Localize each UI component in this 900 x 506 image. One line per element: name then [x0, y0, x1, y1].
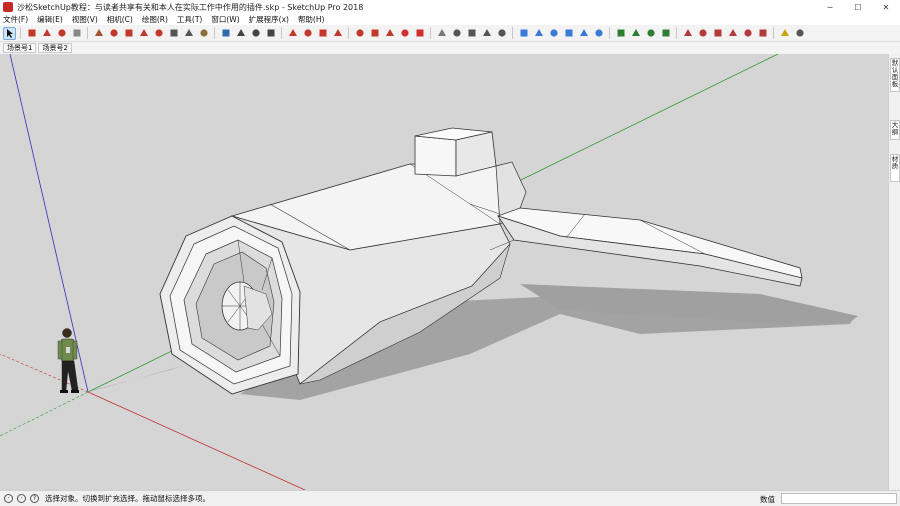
toolbar-separator — [609, 27, 610, 39]
trim-icon[interactable] — [741, 27, 754, 40]
menu-help[interactable]: 帮助(H) — [298, 14, 325, 25]
move-icon[interactable] — [107, 27, 120, 40]
hidden-line-icon[interactable] — [547, 27, 560, 40]
toolbar-separator — [676, 27, 677, 39]
section-cut-icon[interactable] — [644, 27, 657, 40]
menu-bar: 文件(F) 编辑(E) 视图(V) 相机(C) 绘图(R) 工具(T) 窗口(W… — [0, 14, 900, 25]
offset-icon[interactable] — [152, 27, 165, 40]
view-back-icon[interactable] — [495, 27, 508, 40]
main-toolbar — [0, 25, 900, 42]
view-top-icon[interactable] — [450, 27, 463, 40]
measurements-input[interactable] — [781, 493, 897, 504]
menu-camera[interactable]: 相机(C) — [107, 14, 133, 25]
status-bar: · · ? 选择对象。切换到扩充选择。拖动鼠标选择多项。 数值 — [0, 490, 900, 506]
paint-bucket-icon[interactable] — [197, 27, 210, 40]
menu-window[interactable]: 窗口(W) — [211, 14, 239, 25]
menu-file[interactable]: 文件(F) — [3, 14, 28, 25]
toolbar-separator — [214, 27, 215, 39]
zoom-icon[interactable] — [249, 27, 262, 40]
toolbar-separator — [87, 27, 88, 39]
scene-tab-1[interactable]: 场景号1 — [3, 43, 37, 53]
scene-drawing — [0, 54, 858, 490]
scene-tab-2[interactable]: 场景号2 — [38, 43, 72, 53]
pan-icon[interactable] — [234, 27, 247, 40]
push-pull-icon[interactable] — [92, 27, 105, 40]
extension-warehouse-icon[interactable] — [301, 27, 314, 40]
toolbar-separator — [773, 27, 774, 39]
toolbar-separator — [281, 27, 282, 39]
default-tray: 默认面板 大纲 材质 — [888, 54, 900, 490]
menu-draw[interactable]: 绘图(R) — [142, 14, 168, 25]
split-icon[interactable] — [756, 27, 769, 40]
help-icon[interactable]: ? — [30, 494, 39, 503]
tail-box-front — [414, 135, 457, 177]
shaded-icon[interactable] — [562, 27, 575, 40]
plugin-icon[interactable] — [793, 27, 806, 40]
warehouse-icon[interactable] — [286, 27, 299, 40]
close-button[interactable]: ✕ — [872, 0, 900, 14]
section-fill-icon[interactable] — [659, 27, 672, 40]
text-icon[interactable] — [182, 27, 195, 40]
maximize-button[interactable]: ☐ — [844, 0, 872, 14]
union-icon[interactable] — [711, 27, 724, 40]
orbit-icon[interactable] — [219, 27, 232, 40]
zoom-extents-icon[interactable] — [264, 27, 277, 40]
view-iso-icon[interactable] — [435, 27, 448, 40]
wireframe-icon[interactable] — [532, 27, 545, 40]
view-right-icon[interactable] — [480, 27, 493, 40]
menu-edit[interactable]: 编辑(E) — [37, 14, 63, 25]
eraser-icon[interactable] — [25, 27, 38, 40]
red-box-icon[interactable] — [398, 27, 411, 40]
scene-tabs: 场景号1 场景号2 — [0, 42, 900, 54]
green-axis-dashed — [0, 391, 89, 437]
title-bar: 沙松SketchUp教程：与读者共享有关和本人在实际工作中作用的插件.skp -… — [0, 0, 900, 14]
status-message: 选择对象。切换到扩充选择。拖动鼠标选择多项。 — [45, 494, 210, 503]
toolbar-separator — [20, 27, 21, 39]
camera-icon[interactable] — [383, 27, 396, 40]
view-front-icon[interactable] — [465, 27, 478, 40]
solid-tools-icon[interactable] — [681, 27, 694, 40]
credits-icon[interactable]: · — [17, 494, 26, 503]
toolbar-separator — [512, 27, 513, 39]
toolbar-separator — [348, 27, 349, 39]
subtract-icon[interactable] — [726, 27, 739, 40]
intersect-icon[interactable] — [696, 27, 709, 40]
arc-icon[interactable] — [55, 27, 68, 40]
component-icon[interactable] — [368, 27, 381, 40]
section-display-icon[interactable] — [629, 27, 642, 40]
measurements-label: 数值 — [760, 495, 775, 504]
sketchup-logo-icon — [3, 2, 13, 12]
shape-icon[interactable] — [70, 27, 83, 40]
red-axis — [87, 391, 306, 490]
menu-tools[interactable]: 工具(T) — [177, 14, 202, 25]
ruby-icon[interactable] — [331, 27, 344, 40]
tray-tab-materials[interactable]: 材质 — [890, 154, 900, 182]
layout-icon[interactable] — [316, 27, 329, 40]
geo-location-icon[interactable] — [778, 27, 791, 40]
pencil-icon[interactable] — [40, 27, 53, 40]
sketchup-window: 沙松SketchUp教程：与读者共享有关和本人在实际工作中作用的插件.skp -… — [0, 0, 900, 506]
monochrome-icon[interactable] — [592, 27, 605, 40]
modeling-viewport[interactable] — [0, 54, 888, 490]
textured-icon[interactable] — [577, 27, 590, 40]
window-controls: ─ ☐ ✕ — [816, 0, 900, 14]
geo-location-icon[interactable]: · — [4, 494, 13, 503]
tray-tab-default[interactable]: 默认面板 — [890, 58, 900, 92]
toolbar-separator — [430, 27, 431, 39]
settings-icon[interactable] — [353, 27, 366, 40]
scale-icon[interactable] — [137, 27, 150, 40]
select-arrow-icon[interactable] — [3, 26, 16, 40]
menu-view[interactable]: 视图(V) — [72, 14, 98, 25]
rotate-icon[interactable] — [122, 27, 135, 40]
tray-tab-outliner[interactable]: 大纲 — [890, 120, 900, 140]
menu-extensions[interactable]: 扩展程序(x) — [249, 14, 289, 25]
xray-icon[interactable] — [517, 27, 530, 40]
window-title: 沙松SketchUp教程：与读者共享有关和本人在实际工作中作用的插件.skp -… — [17, 2, 364, 12]
tape-measure-icon[interactable] — [167, 27, 180, 40]
minimize-button[interactable]: ─ — [816, 0, 844, 14]
red-square-icon[interactable] — [413, 27, 426, 40]
section-plane-icon[interactable] — [614, 27, 627, 40]
